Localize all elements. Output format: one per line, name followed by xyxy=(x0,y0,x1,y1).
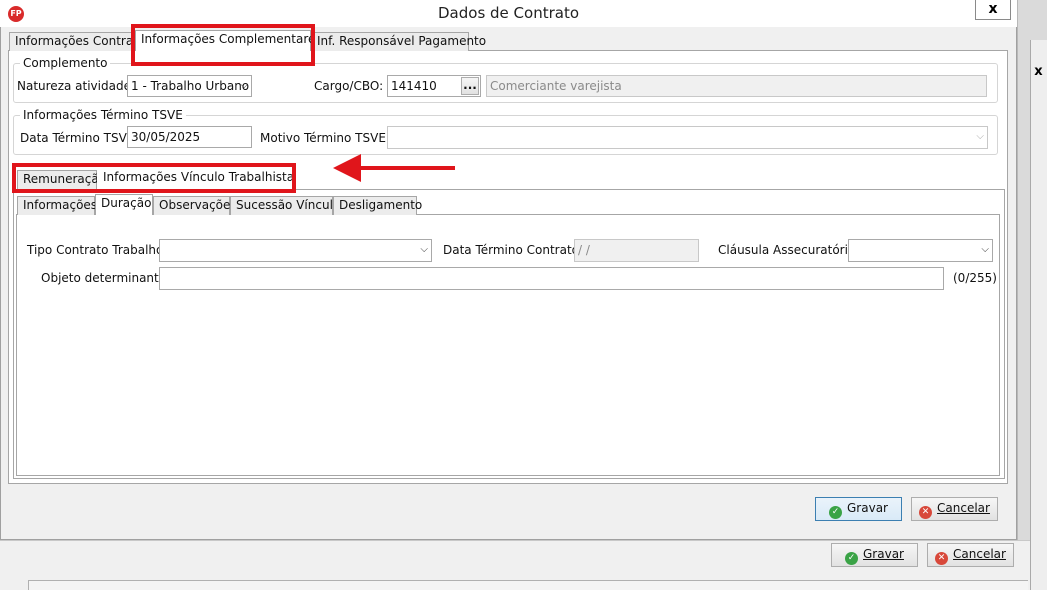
natureza-atividade-label: Natureza atividade: xyxy=(17,79,136,93)
tab-desligamento[interactable]: Desligamento xyxy=(333,196,422,215)
cargo-cbo-label: Cargo/CBO: xyxy=(314,79,384,93)
data-termino-contrato-input: / / xyxy=(574,239,699,262)
data-termino-contrato-label: Data Término Contrato: xyxy=(443,243,584,257)
dialog-title: Dados de Contrato xyxy=(438,4,579,22)
parent-save-button[interactable]: ✓ Gravar xyxy=(831,543,918,567)
parent-save-label: Gravar xyxy=(863,547,904,561)
data-termino-tsve-value: 30/05/2025 xyxy=(131,130,201,144)
cargo-cbo-code-value: 141410 xyxy=(391,79,437,93)
tipo-contrato-trabalho-label: Tipo Contrato Trabalho: xyxy=(27,243,168,257)
tipo-contrato-trabalho-select[interactable]: ⌵ xyxy=(159,239,432,262)
save-button[interactable]: ✓ Gravar xyxy=(815,497,902,521)
cancel-label: Cancelar xyxy=(937,501,990,515)
clausula-assecuratoria-label: Cláusula Assecuratória: xyxy=(718,243,860,257)
natureza-atividade-select[interactable]: 1 - Trabalho Urbano ⌵ xyxy=(127,75,252,97)
clausula-assecuratoria-select[interactable]: ⌵ xyxy=(848,239,993,262)
tab-informacoes-contrato[interactable]: Informações Contrato xyxy=(9,32,145,51)
motivo-termino-tsve-label: Motivo Término TSVE: xyxy=(260,131,390,145)
data-termino-contrato-value: / / xyxy=(578,243,590,257)
close-button[interactable]: x xyxy=(975,0,1011,20)
cargo-lookup-button[interactable]: ... xyxy=(461,77,479,95)
tab-observacoes[interactable]: Observações xyxy=(153,196,237,215)
objeto-determinante-input[interactable] xyxy=(159,267,944,290)
cancel-button[interactable]: ✕ Cancelar xyxy=(911,497,998,521)
cancel-icon: ✕ xyxy=(935,552,949,565)
objeto-determinante-label: Objeto determinante: xyxy=(41,271,171,285)
parent-close-icon[interactable]: x xyxy=(1030,64,1047,80)
save-label: Gravar xyxy=(847,501,888,515)
cancel-icon: ✕ xyxy=(919,506,933,519)
annotation-arrow-head-icon xyxy=(333,154,361,182)
annotation-arrow-shaft xyxy=(352,166,455,170)
parent-cancel-label: Cancelar xyxy=(953,547,1006,561)
highlight-box-mid-tabs xyxy=(12,163,296,193)
chevron-down-icon: ⌵ xyxy=(976,131,984,142)
chevron-down-icon: ⌵ xyxy=(981,244,989,255)
parent-window-inner-edge xyxy=(1030,40,1047,590)
termino-tsve-group-title: Informações Término TSVE xyxy=(20,108,186,122)
objeto-determinante-counter: (0/255) xyxy=(953,271,997,285)
complemento-group-title: Complemento xyxy=(20,56,111,70)
cargo-description-value: Comerciante varejista xyxy=(490,79,622,93)
motivo-termino-tsve-select[interactable]: ⌵ xyxy=(387,126,988,149)
cargo-description-field: Comerciante varejista xyxy=(486,75,987,97)
data-termino-tsve-label: Data Término TSVE: xyxy=(20,131,139,145)
chevron-down-icon: ⌵ xyxy=(240,80,248,91)
tab-informacoes[interactable]: Informações xyxy=(17,196,97,215)
parent-bottom-panel xyxy=(28,580,1028,590)
check-icon: ✓ xyxy=(829,506,842,519)
tab-inf-responsavel-pagamento[interactable]: Inf. Responsável Pagamento xyxy=(311,32,486,51)
tab-sucessao-vinculo[interactable]: Sucessão Vínculo xyxy=(230,196,340,215)
data-termino-tsve-input[interactable]: 30/05/2025 xyxy=(127,126,252,148)
highlight-box-complementares-tab xyxy=(131,24,315,66)
natureza-atividade-value: 1 - Trabalho Urbano xyxy=(131,79,250,93)
parent-cancel-button[interactable]: ✕ Cancelar xyxy=(927,543,1014,567)
chevron-down-icon: ⌵ xyxy=(420,244,428,255)
tab-duracao[interactable]: Duração xyxy=(95,194,153,215)
check-icon: ✓ xyxy=(845,552,858,565)
